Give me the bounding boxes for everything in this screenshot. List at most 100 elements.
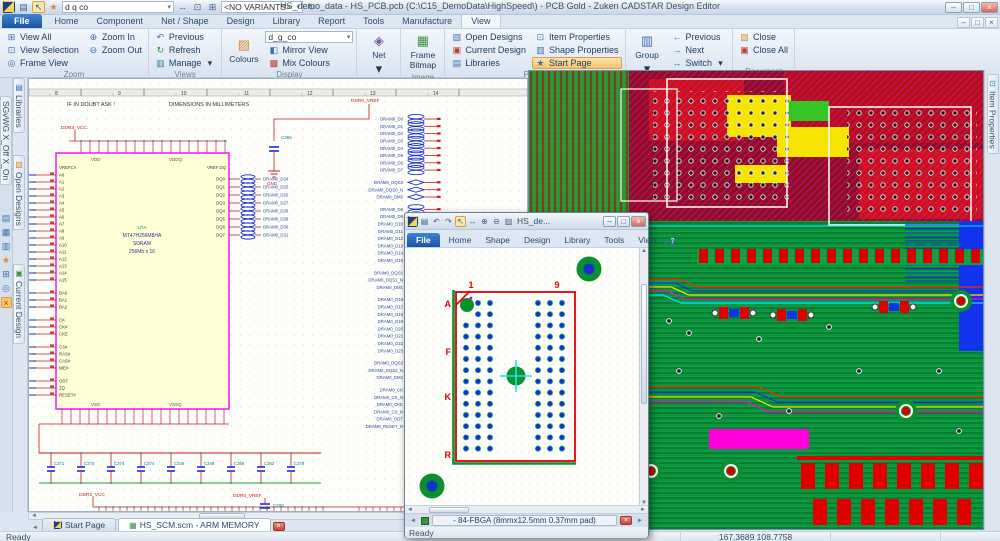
undo-icon[interactable]: ↶	[431, 216, 442, 227]
zoom-out-button[interactable]: ⊖Zoom Out	[85, 44, 145, 56]
refresh-button[interactable]: ↻Refresh	[152, 44, 219, 56]
footprint-vscrollbar[interactable]: ▲ ▼	[639, 248, 648, 506]
footprint-hscrollbar[interactable]: ◄ ►	[405, 506, 648, 514]
tab-tools[interactable]: Tools	[354, 15, 393, 28]
doc-restore-button[interactable]: □	[971, 17, 984, 28]
delete-icon[interactable]: ×	[1, 297, 12, 308]
variants-combo[interactable]: <NO VARIANTS>▾	[221, 1, 303, 13]
sidebar-tab-open-designs[interactable]: ▨Open Designs	[13, 155, 25, 231]
doc-tab-schematic[interactable]: ▦HS_SCM.scm - ARM MEMORY	[118, 518, 270, 531]
close-tab-button[interactable]: ×	[620, 516, 632, 525]
view-selection-button[interactable]: ⊡View Selection	[3, 44, 82, 56]
scroll-left-icon[interactable]: ◄	[405, 507, 415, 513]
net-highlight-button[interactable]: ◈Net▾	[360, 31, 397, 79]
quick-search-combo[interactable]: d q co▾	[62, 1, 174, 13]
tab-library[interactable]: Library	[557, 234, 597, 247]
tab-scroll-right-icon[interactable]: ►	[635, 518, 645, 524]
sidebar-tab-current-design[interactable]: ▣Current Design	[13, 264, 25, 343]
close-all-button[interactable]: ▣Close All	[736, 44, 791, 56]
tab-home[interactable]: Home	[46, 15, 88, 28]
refresh-icon[interactable]: ↻	[305, 1, 318, 13]
footprint-title-bar[interactable]: ▤ ↶ ↷ ↖ ↔ ⊕ ⊖ ▨ HS_de... – □ ×	[405, 213, 648, 230]
maximize-button[interactable]: □	[617, 216, 630, 227]
sidebar-tab-item-properties[interactable]: ⊡Item Properties	[987, 74, 999, 154]
tab-file[interactable]: File	[2, 14, 42, 28]
copy-icon[interactable]: ▥	[1, 241, 12, 252]
zoom-out-icon[interactable]: ⊖	[491, 216, 502, 227]
cursor-tool-icon[interactable]: ↖	[32, 1, 45, 13]
sidebar-tab-variants[interactable]: SGvWG X_Off X_On	[0, 96, 12, 185]
close-button[interactable]: ×	[981, 2, 998, 13]
doc-close-button[interactable]: ×	[985, 17, 998, 28]
tab-tools[interactable]: Tools	[597, 234, 631, 247]
mirror-view-button[interactable]: ◧Mirror View	[265, 44, 353, 56]
current-design-button[interactable]: ▣Current Design	[448, 44, 529, 56]
mix-colours-button[interactable]: ▩Mix Colours	[265, 57, 353, 69]
view-all-button[interactable]: ⊞View All	[3, 31, 82, 43]
select-frame-icon[interactable]: ⊡	[191, 1, 204, 13]
item-properties-button[interactable]: ⊡Item Properties	[532, 31, 622, 43]
previous-view-button[interactable]: ↶Previous	[152, 31, 219, 43]
next-tab-button[interactable]: →Next	[669, 44, 730, 56]
sidebar-tab-libraries[interactable]: ▤Libraries	[13, 78, 25, 133]
switch-tab-button[interactable]: ↔Switch▾	[669, 57, 730, 69]
maximize-button[interactable]: □	[963, 2, 980, 13]
select-all-icon[interactable]: ⊞	[206, 1, 219, 13]
save-icon[interactable]: ▤	[1, 213, 12, 224]
zoom-in-button[interactable]: ⊕Zoom In	[85, 31, 145, 43]
minimize-button[interactable]: –	[945, 2, 962, 13]
save-icon[interactable]: ▤	[419, 216, 430, 227]
footprint-canvas[interactable]: 19AFKR ▲ ▼	[405, 248, 648, 506]
manage-button[interactable]: ▥Manage▾	[152, 57, 219, 69]
doc-tab-start-page[interactable]: Start Page	[42, 518, 116, 531]
cursor-tool-icon[interactable]: ↖	[455, 216, 466, 227]
chevron-icon[interactable]: ▾	[664, 238, 668, 247]
frame-view-button[interactable]: ◎Frame View	[3, 57, 82, 69]
close-document-button[interactable]: ▨Close	[736, 31, 791, 43]
footprint-doc-tab[interactable]: - 84-FBGA (8mmx12.5mm 0.37mm pad)	[432, 515, 617, 526]
star-icon[interactable]: ★	[47, 1, 60, 13]
tab-library[interactable]: Library	[264, 15, 310, 28]
tab-design[interactable]: Design	[517, 234, 557, 247]
libraries-button[interactable]: ▤Libraries	[448, 57, 529, 69]
open-designs-button[interactable]: ▨Open Designs	[448, 31, 529, 43]
colours-icon[interactable]: ▨	[503, 216, 514, 227]
tab-component[interactable]: Component	[88, 15, 153, 28]
start-page-button[interactable]: ★Start Page	[532, 57, 622, 69]
minimize-button[interactable]: –	[603, 216, 616, 227]
zoom-in-icon[interactable]: ⊕	[479, 216, 490, 227]
shape-properties-button[interactable]: ▥Shape Properties	[532, 44, 622, 56]
footprint-window[interactable]: ▤ ↶ ↷ ↖ ↔ ⊕ ⊖ ▨ HS_de... – □ × File Home…	[404, 212, 649, 538]
save-icon[interactable]: ▤	[17, 1, 30, 13]
tab-view[interactable]: View	[461, 14, 500, 28]
star-icon[interactable]: ★	[1, 255, 12, 266]
tab-view[interactable]: View	[631, 234, 663, 247]
tab-home[interactable]: Home	[442, 234, 479, 247]
pan-icon[interactable]: ↔	[467, 216, 478, 227]
pan-icon[interactable]: ↔	[176, 1, 189, 13]
tab-file[interactable]: File	[407, 233, 440, 247]
fit-view-icon[interactable]: ⊞	[1, 269, 12, 280]
zoom-icon[interactable]: ◎	[1, 283, 12, 294]
app-icon[interactable]	[2, 1, 15, 13]
display-scheme-combo[interactable]: d_g_co▾	[265, 31, 353, 43]
scroll-right-icon[interactable]: ►	[638, 507, 648, 513]
scroll-down-icon[interactable]: ▼	[639, 500, 648, 506]
doc-minimize-button[interactable]: –	[957, 17, 970, 28]
scroll-thumb[interactable]	[641, 284, 647, 404]
tab-design[interactable]: Design	[218, 15, 264, 28]
tab-shape[interactable]: Shape	[478, 234, 517, 247]
image-icon[interactable]: ▦	[1, 227, 12, 238]
close-tab-button[interactable]: ×	[273, 522, 285, 531]
tab-report[interactable]: Report	[309, 15, 354, 28]
tab-manufacture[interactable]: Manufacture	[393, 15, 461, 28]
scroll-left-icon[interactable]: ◄	[29, 513, 39, 519]
tab-net-shape[interactable]: Net / Shape	[152, 15, 218, 28]
scroll-up-icon[interactable]: ▲	[639, 248, 648, 254]
close-button[interactable]: ×	[631, 216, 646, 227]
scroll-thumb[interactable]	[429, 507, 469, 513]
tab-scroll-left-icon[interactable]: ◄	[408, 518, 418, 524]
previous-tab-button[interactable]: ←Previous	[669, 31, 730, 43]
redo-icon[interactable]: ↷	[443, 216, 454, 227]
frame-bitmap-button[interactable]: ▦Frame Bitmap	[404, 31, 441, 72]
